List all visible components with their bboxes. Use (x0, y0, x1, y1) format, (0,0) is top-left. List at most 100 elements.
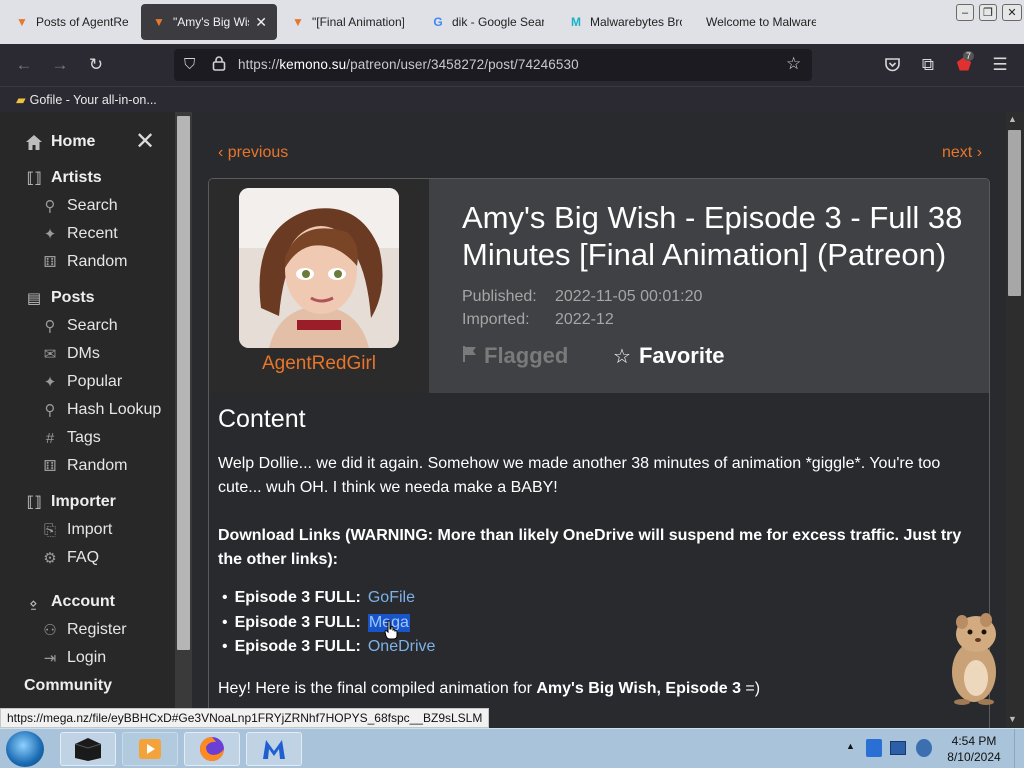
reload-button[interactable]: ↻ (84, 53, 108, 77)
google-icon: G (433, 15, 443, 29)
black-box-icon (74, 738, 102, 761)
show-desktop-button[interactable] (1014, 729, 1024, 768)
post-header: AgentRedGirl Amy's Big Wish - Episode 3 … (209, 179, 989, 393)
taskbar-app-firefox[interactable] (184, 732, 240, 766)
shield-icon[interactable]: ⛉ (184, 56, 195, 73)
lock-icon[interactable] (212, 55, 226, 75)
posts-icon: ▤ (26, 290, 42, 307)
artists-icon: ⟦⟧ (26, 170, 42, 187)
sidebar-scrollbar-thumb[interactable] (177, 116, 190, 650)
pocket-icon[interactable] (880, 53, 904, 77)
tab-google-search[interactable]: G dik - Google Search (420, 4, 554, 40)
network-icon[interactable] (890, 741, 906, 755)
faq-icon: ⚙ (43, 550, 57, 567)
sidebar-section-importer: ⟦⟧ Importer (24, 493, 116, 511)
kemono-fox-icon: ▼ (153, 15, 165, 29)
browser-tab-strip: ▼ Posts of AgentRedGirl ▼ "Amy's Big Wis… (0, 0, 1024, 44)
download-item-mega: • Episode 3 FULL: Mega (222, 614, 410, 640)
post-outro-text: Hey! Here is the final compiled animatio… (218, 680, 761, 697)
bookmarks-bar: ▰ Gofile - Your all-in-on... (0, 86, 1024, 112)
scroll-down-arrow-icon[interactable]: ▼ (1008, 714, 1017, 724)
address-bar[interactable]: ⛉ https://kemono.su/patreon/user/3458272… (174, 49, 812, 81)
close-window-button[interactable]: ✕ (1002, 4, 1022, 21)
firefox-icon (200, 737, 224, 761)
taskbar-app-player[interactable] (122, 732, 178, 766)
sidebar-item-login[interactable]: ⇥ Login (40, 649, 106, 667)
artist-name[interactable]: AgentRedGirl (209, 353, 429, 375)
sidebar-section-artists: ⟦⟧ Artists (24, 169, 102, 187)
malwarebytes-icon: M (571, 15, 581, 29)
scroll-up-arrow-icon[interactable]: ▲ (1008, 114, 1017, 124)
bookmark-gofile[interactable]: ▰ Gofile - Your all-in-on... (16, 92, 157, 107)
sidebar-item-posts-popular[interactable]: ✦ Popular (40, 373, 122, 391)
flagged-button[interactable]: Flagged (462, 343, 568, 369)
sidebar-item-artists-search[interactable]: ⚲ Search (40, 197, 118, 215)
tray-clock[interactable]: 4:54 PM 8/10/2024 (938, 733, 1010, 765)
sidebar-home[interactable]: Home (24, 133, 95, 151)
sidebar-section-community[interactable]: Community (24, 677, 112, 695)
sidebar-item-posts-dms[interactable]: ✉ DMs (40, 345, 100, 363)
start-button[interactable] (6, 731, 44, 767)
login-icon: ⇥ (43, 650, 57, 667)
sidebar-section-posts: ▤ Posts (24, 289, 95, 307)
star-outline-icon: ☆ (613, 345, 631, 368)
sidebar-item-artists-recent[interactable]: ✦ Recent (40, 225, 118, 243)
imported-value: 2022-12 (555, 311, 614, 328)
post-intro-text: Welp Dollie... we did it again. Somehow … (218, 455, 941, 496)
sidebar-item-posts-tags[interactable]: # Tags (40, 429, 101, 447)
page-scrollbar-thumb[interactable] (1008, 130, 1021, 296)
close-tab-icon[interactable]: ✕ (255, 14, 267, 31)
tab-final-animation[interactable]: ▼ "[Final Animation]" (280, 4, 414, 40)
hamster-sticker-image (940, 606, 1004, 706)
extensions-puzzle-icon[interactable]: ⧉ (916, 53, 940, 77)
url-text[interactable]: https://kemono.su/patreon/user/3458272/p… (238, 57, 579, 72)
taskbar-app-malwarebytes[interactable] (246, 732, 302, 766)
sidebar-item-posts-search[interactable]: ⚲ Search (40, 317, 118, 335)
imported-label: Imported: (462, 311, 530, 328)
sidebar-item-posts-hash-lookup[interactable]: ⚲ Hash Lookup (40, 401, 162, 419)
sidebar-item-import[interactable]: ⎘ Import (40, 521, 112, 539)
register-icon: ⚇ (43, 622, 57, 639)
tab-malwarebytes-guard[interactable]: M Malwarebytes Browser Guard (558, 4, 692, 40)
post-card: AgentRedGirl Amy's Big Wish - Episode 3 … (208, 178, 990, 728)
sidebar-item-faq[interactable]: ⚙ FAQ (40, 549, 99, 567)
search-icon: ⚲ (44, 198, 56, 215)
windows-taskbar: ▲ 4:54 PM 8/10/2024 (0, 728, 1024, 768)
importer-icon: ⟦⟧ (26, 494, 42, 511)
previous-post-link[interactable]: ‹ previous (218, 144, 288, 162)
kemono-fox-icon: ▼ (16, 15, 28, 29)
flag-icon (462, 343, 478, 369)
artist-panel[interactable]: AgentRedGirl (209, 179, 429, 393)
onedrive-link[interactable]: OneDrive (368, 638, 436, 656)
minimize-window-button[interactable]: – (956, 4, 974, 21)
sidebar-item-register[interactable]: ⚇ Register (40, 621, 126, 639)
post-main: ‹ previous next › AgentRedGirl Amy's Big… (192, 112, 1006, 728)
gofile-link[interactable]: GoFile (368, 589, 415, 607)
bookmark-star-icon[interactable]: ☆ (786, 54, 801, 74)
dice-icon: ⚅ (43, 458, 57, 475)
tab-amys-big-wish[interactable]: ▼ "Amy's Big Wish" ✕ (141, 4, 277, 40)
download-item-gofile: • Episode 3 FULL: GoFile (222, 589, 415, 607)
tab-posts-of-agentredgirl[interactable]: ▼ Posts of AgentRedGirl (4, 4, 138, 40)
next-post-link[interactable]: next › (942, 144, 982, 162)
back-button[interactable]: ← (12, 53, 36, 77)
download-item-onedrive: • Episode 3 FULL: OneDrive (222, 638, 436, 656)
forward-button[interactable]: → (48, 53, 72, 77)
artist-avatar[interactable] (239, 188, 399, 348)
favorite-button[interactable]: ☆ Favorite (613, 343, 725, 369)
download-warning-text: Download Links (WARNING: More than likel… (218, 527, 962, 568)
home-icon (24, 133, 44, 151)
tray-app-icon[interactable] (866, 739, 882, 757)
volume-icon[interactable] (916, 739, 932, 757)
account-icon: ⍚ (29, 593, 39, 611)
maximize-window-button[interactable]: ❐ (979, 4, 997, 21)
close-sidebar-icon[interactable]: ✕ (134, 130, 156, 154)
hamburger-menu-icon[interactable]: ☰ (988, 53, 1012, 77)
tray-expand-icon[interactable]: ▲ (846, 741, 855, 751)
taskbar-app-media[interactable] (60, 732, 116, 766)
sidebar-item-artists-random[interactable]: ⚅ Random (40, 253, 127, 271)
sidebar-item-posts-random[interactable]: ⚅ Random (40, 457, 127, 475)
tab-welcome-malwarebytes[interactable]: Welcome to Malwarebytes (696, 4, 826, 40)
sparkle-icon: ✦ (43, 374, 57, 391)
dice-icon: ⚅ (43, 254, 57, 271)
